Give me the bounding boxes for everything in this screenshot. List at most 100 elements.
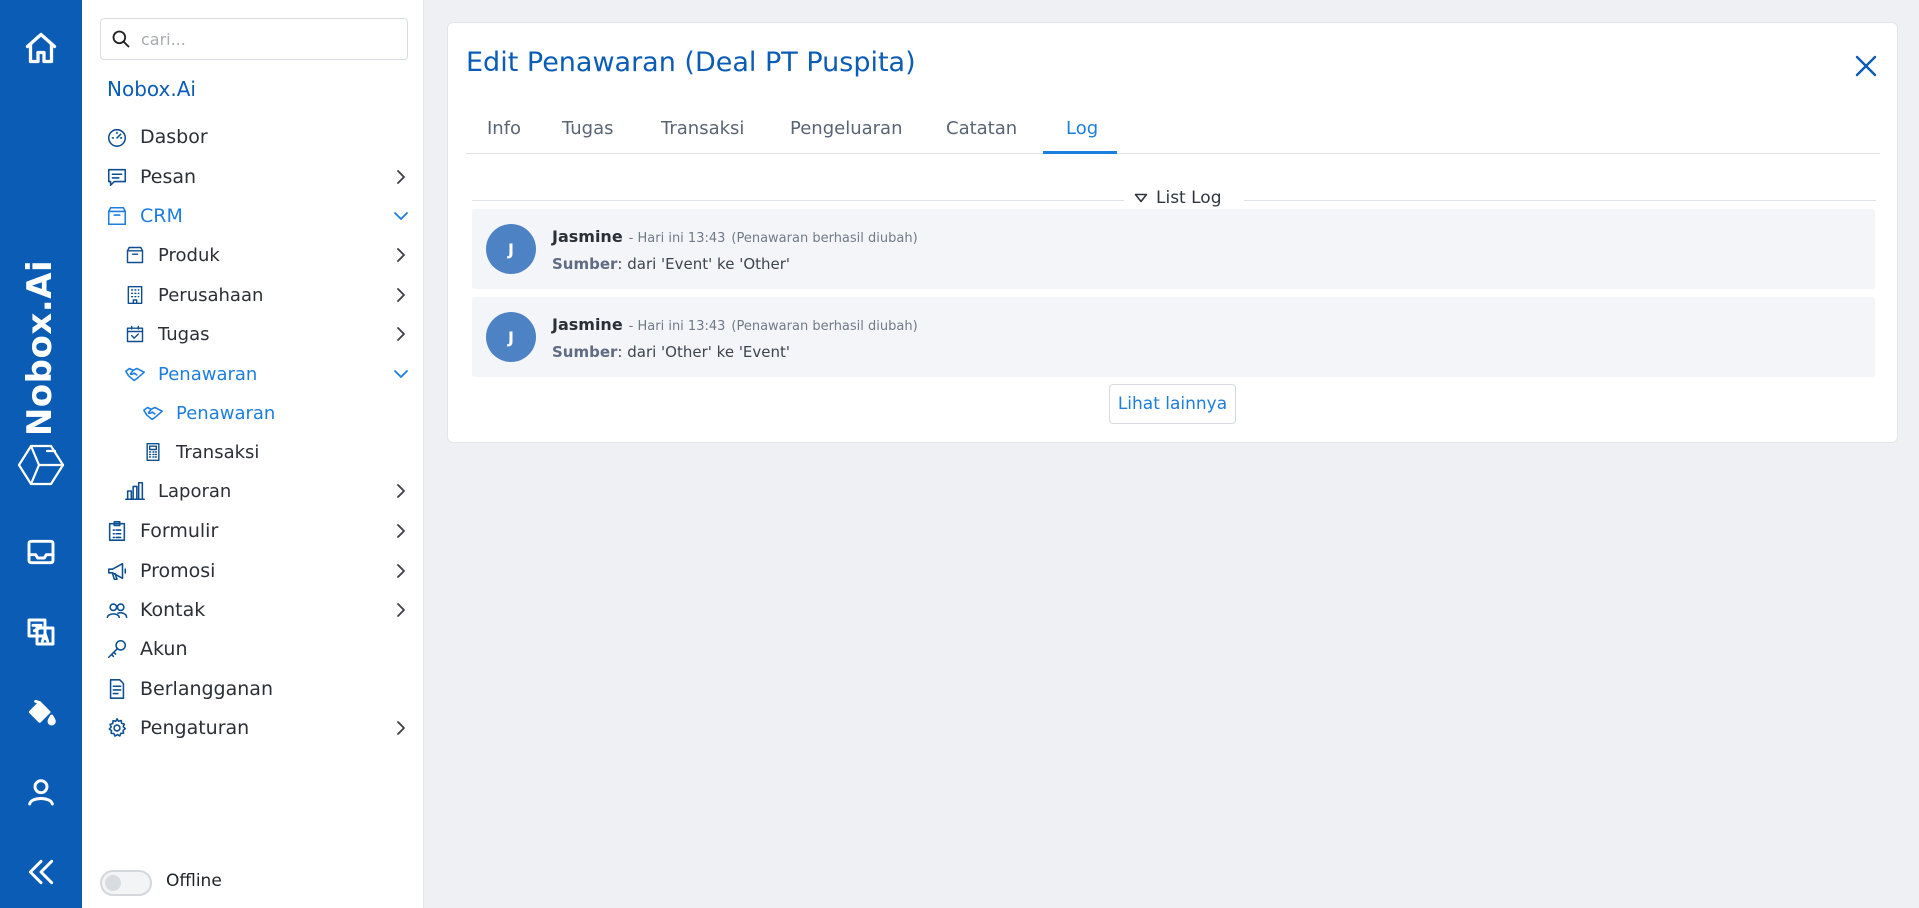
sidebar-item-label: Perusahaan xyxy=(158,284,264,306)
sidebar-item-dasbor[interactable]: Dasbor xyxy=(104,119,420,155)
list-item: J Jasmine - Hari ini 13:43 (Penawaran berh… xyxy=(472,209,1875,289)
offline-label: Offline xyxy=(166,871,222,891)
log-user: Jasmine xyxy=(552,227,623,246)
sidebar-item-pengaturan[interactable]: Pengaturan xyxy=(104,710,420,746)
chevron-right-icon xyxy=(392,562,410,580)
inbox-icon[interactable] xyxy=(0,528,82,576)
box-icon xyxy=(104,203,130,229)
offline-toggle[interactable] xyxy=(100,870,152,896)
gear-icon xyxy=(104,715,130,741)
collapse-icon[interactable] xyxy=(0,848,82,896)
sidebar-item-transaksi[interactable]: Transaksi xyxy=(140,434,420,470)
page-title: Edit Penawaran (Deal PT Puspita) xyxy=(466,47,916,78)
users-icon xyxy=(104,597,130,623)
sidebar-item-crm[interactable]: CRM xyxy=(104,198,420,234)
toggle-knob xyxy=(105,875,121,891)
org-name: Nobox.Ai xyxy=(107,77,196,101)
key-icon xyxy=(104,636,130,662)
list-log-toggle[interactable]: List Log xyxy=(1134,188,1222,208)
active-tab-indicator xyxy=(1043,151,1117,154)
chevron-right-icon xyxy=(392,719,410,737)
sidebar-item-label: Tugas xyxy=(158,323,210,345)
translate-icon[interactable] xyxy=(0,608,82,656)
sidebar-item-label: Pengaturan xyxy=(140,717,250,739)
sidebar: Nobox.Ai Dasbor Pesan CRM Produk Perusah… xyxy=(82,0,424,908)
search-box[interactable] xyxy=(100,18,408,60)
sidebar-item-label: CRM xyxy=(140,205,183,227)
sidebar-item-penawaran[interactable]: Penawaran xyxy=(140,395,420,431)
log-field: Sumber xyxy=(552,255,618,273)
sidebar-item-berlangganan[interactable]: Berlangganan xyxy=(104,671,420,707)
log-change: : dari 'Event' ke 'Other' xyxy=(617,255,791,273)
sidebar-item-tugas[interactable]: Tugas xyxy=(122,316,420,352)
chevron-right-icon xyxy=(392,482,410,500)
log-action: (Penawaran berhasil diubah) xyxy=(731,319,918,334)
tab-info[interactable]: Info xyxy=(487,111,521,154)
box-icon xyxy=(122,242,148,268)
home-icon[interactable] xyxy=(0,24,82,72)
document-icon xyxy=(104,676,130,702)
sidebar-item-label: Dasbor xyxy=(140,126,208,148)
tab-transaksi[interactable]: Transaksi xyxy=(661,111,744,154)
search-input[interactable] xyxy=(141,29,391,49)
tab-bar: Info Tugas Transaksi Pengeluaran Catatan… xyxy=(466,111,1880,154)
chevron-right-icon xyxy=(392,286,410,304)
divider-line xyxy=(1244,200,1876,201)
sidebar-item-penawaran-group[interactable]: Penawaran xyxy=(122,356,420,392)
sidebar-item-akun[interactable]: Akun xyxy=(104,631,420,667)
close-button[interactable] xyxy=(1853,53,1879,79)
log-action: (Penawaran berhasil diubah) xyxy=(731,231,918,246)
edit-deal-panel: Edit Penawaran (Deal PT Puspita) Info Tu… xyxy=(447,22,1898,443)
sidebar-item-kontak[interactable]: Kontak xyxy=(104,592,420,628)
section-label: List Log xyxy=(1156,188,1222,208)
megaphone-icon xyxy=(104,558,130,584)
tab-pengeluaran[interactable]: Pengeluaran xyxy=(790,111,902,154)
sidebar-item-label: Penawaran xyxy=(176,402,276,424)
chevron-right-icon xyxy=(392,168,410,186)
show-more-button[interactable]: Lihat lainnya xyxy=(1109,384,1236,424)
caret-down-icon xyxy=(1134,193,1148,203)
log-time: - Hari ini 13:43 xyxy=(628,319,726,334)
chevron-right-icon xyxy=(392,325,410,343)
handshake-icon xyxy=(122,361,148,387)
sidebar-item-promosi[interactable]: Promosi xyxy=(104,553,420,589)
avatar: J xyxy=(486,312,536,362)
sidebar-item-produk[interactable]: Produk xyxy=(122,237,420,273)
chevron-down-icon xyxy=(392,365,410,383)
brand-name: Nobox.Ai xyxy=(20,259,60,437)
bar-chart-icon xyxy=(122,478,148,504)
app-rail: Nobox.Ai xyxy=(0,0,82,908)
tab-tugas[interactable]: Tugas xyxy=(562,111,614,154)
calculator-icon xyxy=(140,439,166,465)
tab-catatan[interactable]: Catatan xyxy=(946,111,1017,154)
sidebar-item-label: Produk xyxy=(158,244,220,266)
tab-log[interactable]: Log xyxy=(1066,111,1098,154)
sidebar-item-label: Akun xyxy=(140,638,188,660)
sidebar-item-laporan[interactable]: Laporan xyxy=(122,473,420,509)
sidebar-item-label: Transaksi xyxy=(176,441,260,463)
sidebar-item-label: Formulir xyxy=(140,520,219,542)
sidebar-item-label: Penawaran xyxy=(158,363,258,385)
sidebar-item-pesan[interactable]: Pesan xyxy=(104,159,420,195)
calendar-check-icon xyxy=(122,321,148,347)
message-icon xyxy=(104,164,130,190)
log-time: - Hari ini 13:43 xyxy=(628,231,726,246)
handshake-icon xyxy=(140,400,166,426)
avatar: J xyxy=(486,224,536,274)
log-header: Jasmine - Hari ini 13:43 (Penawaran berhas… xyxy=(552,315,918,334)
log-change: : dari 'Other' ke 'Event' xyxy=(617,343,791,361)
paint-bucket-icon[interactable] xyxy=(0,688,82,736)
sidebar-item-label: Berlangganan xyxy=(140,678,273,700)
sidebar-item-label: Promosi xyxy=(140,560,216,582)
chevron-down-icon xyxy=(392,207,410,225)
sidebar-item-perusahaan[interactable]: Perusahaan xyxy=(122,277,420,313)
sidebar-item-label: Pesan xyxy=(140,166,197,188)
sidebar-item-label: Laporan xyxy=(158,480,232,502)
log-header: Jasmine - Hari ini 13:43 (Penawaran berhas… xyxy=(552,227,918,246)
divider-line xyxy=(472,200,1124,201)
chevron-right-icon xyxy=(392,601,410,619)
sidebar-item-formulir[interactable]: Formulir xyxy=(104,513,420,549)
nobox-logo-icon xyxy=(0,440,82,490)
dashboard-icon xyxy=(104,124,130,150)
user-icon[interactable] xyxy=(0,768,82,816)
